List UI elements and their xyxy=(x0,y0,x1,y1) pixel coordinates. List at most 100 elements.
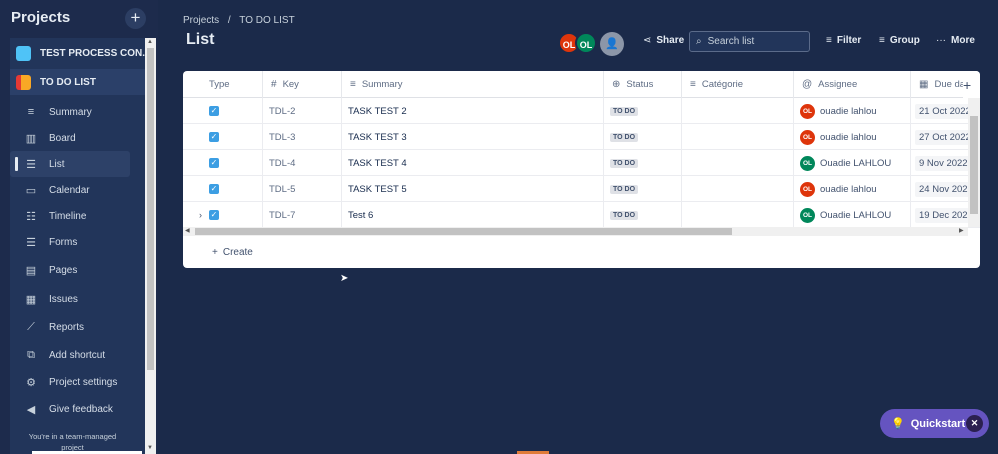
issue-key[interactable]: TDL-5 xyxy=(262,176,341,202)
assignee-cell[interactable]: OL ouadie lahlou xyxy=(793,98,910,124)
sidebar-item-calendar[interactable]: ▭ Calendar xyxy=(10,177,130,203)
search-input[interactable] xyxy=(707,36,803,47)
calendar-icon: ▭ xyxy=(25,184,37,197)
issue-list-table: Type # Key ≡ Summary ⊕ Status ≡ Catégorie @ A… xyxy=(183,71,980,268)
issue-key[interactable]: TDL-2 xyxy=(262,98,341,124)
due-date-cell[interactable]: 24 Nov 2022 xyxy=(910,176,968,202)
column-label: Catégorie xyxy=(701,79,744,90)
issue-summary[interactable]: TASK TEST 2 xyxy=(341,98,603,124)
filter-button[interactable]: ≡ Filter xyxy=(826,35,861,46)
issue-summary[interactable]: Test 6 xyxy=(341,202,603,228)
project-item-todo-list[interactable]: TO DO LIST xyxy=(10,69,145,95)
table-vertical-scrollbar[interactable] xyxy=(968,98,980,227)
sidebar-item-project-settings[interactable]: ⚙ Project settings xyxy=(10,369,130,395)
due-date: 24 Nov 2022 xyxy=(915,181,968,197)
search-icon: ⌕ xyxy=(696,36,702,47)
issue-summary[interactable]: TASK TEST 4 xyxy=(341,150,603,176)
breadcrumb-projects-link[interactable]: Projects xyxy=(183,15,219,26)
share-button[interactable]: ⋖ Share xyxy=(643,35,684,46)
column-header-key[interactable]: # Key xyxy=(262,71,341,98)
table-horizontal-scroll-thumb[interactable] xyxy=(195,228,732,235)
table-row[interactable]: ✓ TDL-5 TASK TEST 5 TO DO OL ouadie lahlou 24 … xyxy=(183,176,980,202)
sidebar-item-issues[interactable]: ▦ Issues xyxy=(10,286,130,312)
close-icon[interactable]: ✕ xyxy=(966,415,983,432)
more-label: More xyxy=(951,35,975,46)
assignee-cell[interactable]: OL Ouadie LAHLOU xyxy=(793,150,910,176)
sidebar-item-give-feedback[interactable]: ◀ Give feedback xyxy=(10,396,130,422)
status-cell[interactable]: TO DO xyxy=(603,202,681,228)
project-avatar-icon xyxy=(16,45,31,61)
sidebar-scroll-thumb[interactable] xyxy=(147,48,154,370)
expand-chevron-icon[interactable]: › xyxy=(199,210,202,220)
assignee-cell[interactable]: OL ouadie lahlou xyxy=(793,176,910,202)
column-header-assignee[interactable]: @ Assignee xyxy=(793,71,910,98)
group-button[interactable]: ≡ Group xyxy=(879,35,920,46)
due-date-cell[interactable]: 9 Nov 2022 xyxy=(910,150,968,176)
categorie-cell[interactable] xyxy=(681,98,793,124)
table-row[interactable]: ✓ TDL-3 TASK TEST 3 TO DO OL ouadie lahlou 27 … xyxy=(183,124,980,150)
create-issue-button[interactable]: + Create xyxy=(212,247,253,258)
sidebar-item-reports[interactable]: ⟋ Reports xyxy=(10,314,130,340)
project-item-test-process[interactable]: TEST PROCESS CON... xyxy=(10,40,145,66)
sidebar-item-list[interactable]: ☰ List xyxy=(10,151,130,177)
add-person-icon: 👤 xyxy=(605,38,619,50)
sidebar-scrollbar[interactable]: ▲ ▼ xyxy=(145,38,156,454)
scroll-left-arrow-icon[interactable]: ◀ xyxy=(185,227,190,234)
assignee-cell[interactable]: OL ouadie lahlou xyxy=(793,124,910,150)
column-label: Due da xyxy=(934,79,966,90)
issue-summary[interactable]: TASK TEST 5 xyxy=(341,176,603,202)
due-date-cell[interactable]: 19 Dec 2022 xyxy=(910,202,968,228)
scroll-right-arrow-icon[interactable]: ▶ xyxy=(959,227,964,234)
issue-key[interactable]: TDL-4 xyxy=(262,150,341,176)
column-header-type[interactable]: Type xyxy=(183,71,262,98)
due-date-cell[interactable]: 21 Oct 2022 xyxy=(910,98,968,124)
add-people-button[interactable]: 👤 xyxy=(600,32,624,56)
add-project-button[interactable]: + xyxy=(125,8,146,29)
sidebar-item-summary[interactable]: ≡ Summary xyxy=(10,99,130,125)
assignee-name: Ouadie LAHLOU xyxy=(820,209,892,221)
sidebar-item-forms[interactable]: ☰ Forms xyxy=(10,229,130,255)
status-cell[interactable]: TO DO xyxy=(603,176,681,202)
issue-summary[interactable]: TASK TEST 3 xyxy=(341,124,603,150)
status-cell[interactable]: TO DO xyxy=(603,124,681,150)
column-header-due-date[interactable]: ▦ Due da xyxy=(910,71,966,98)
table-row[interactable]: › ✓ TDL-7 Test 6 TO DO OL Ouadie LAHLOU 19 Dec … xyxy=(183,202,980,228)
scroll-down-arrow-icon[interactable]: ▼ xyxy=(147,445,153,451)
avatar[interactable]: OL xyxy=(575,32,597,54)
scroll-up-arrow-icon[interactable]: ▲ xyxy=(147,39,153,45)
more-button[interactable]: ··· More xyxy=(936,35,975,46)
search-field[interactable]: ⌕ xyxy=(689,31,810,52)
categorie-cell[interactable] xyxy=(681,176,793,202)
sidebar-item-label: Board xyxy=(49,132,76,144)
due-date: 21 Oct 2022 xyxy=(915,103,968,119)
table-vertical-scroll-thumb[interactable] xyxy=(970,116,978,214)
breadcrumb-current[interactable]: TO DO LIST xyxy=(239,15,294,26)
categorie-cell[interactable] xyxy=(681,124,793,150)
due-date: 27 Oct 2022 xyxy=(915,129,968,145)
task-type-icon: ✓ xyxy=(209,132,219,142)
table-horizontal-scrollbar[interactable]: ◀ ▶ xyxy=(183,227,968,236)
list-icon: ☰ xyxy=(26,158,36,171)
table-row[interactable]: ✓ TDL-2 TASK TEST 2 TO DO OL ouadie lahlou 21 … xyxy=(183,98,980,124)
sidebar-item-label: Add shortcut xyxy=(49,349,106,361)
quickstart-button[interactable]: 💡 Quickstart ✕ xyxy=(880,409,989,438)
type-cell: › ✓ xyxy=(183,202,262,228)
sidebar-item-board[interactable]: ▥ Board xyxy=(10,125,130,151)
column-header-categorie[interactable]: ≡ Catégorie xyxy=(681,71,793,98)
column-header-status[interactable]: ⊕ Status xyxy=(603,71,681,98)
assignee-cell[interactable]: OL Ouadie LAHLOU xyxy=(793,202,910,228)
table-row[interactable]: ✓ TDL-4 TASK TEST 4 TO DO OL Ouadie LAHLOU 9 N… xyxy=(183,150,980,176)
status-cell[interactable]: TO DO xyxy=(603,150,681,176)
issue-key[interactable]: TDL-7 xyxy=(262,202,341,228)
due-date-cell[interactable]: 27 Oct 2022 xyxy=(910,124,968,150)
sidebar-item-timeline[interactable]: ☷ Timeline xyxy=(10,203,130,229)
categorie-cell[interactable] xyxy=(681,150,793,176)
categorie-cell[interactable] xyxy=(681,202,793,228)
column-header-summary[interactable]: ≡ Summary xyxy=(341,71,603,98)
project-name: TO DO LIST xyxy=(40,76,96,88)
sidebar-item-pages[interactable]: ▤ Pages xyxy=(10,257,130,283)
add-column-button[interactable]: + xyxy=(963,71,980,98)
sidebar-item-add-shortcut[interactable]: ⧉ Add shortcut xyxy=(10,342,130,368)
issue-key[interactable]: TDL-3 xyxy=(262,124,341,150)
status-cell[interactable]: TO DO xyxy=(603,98,681,124)
